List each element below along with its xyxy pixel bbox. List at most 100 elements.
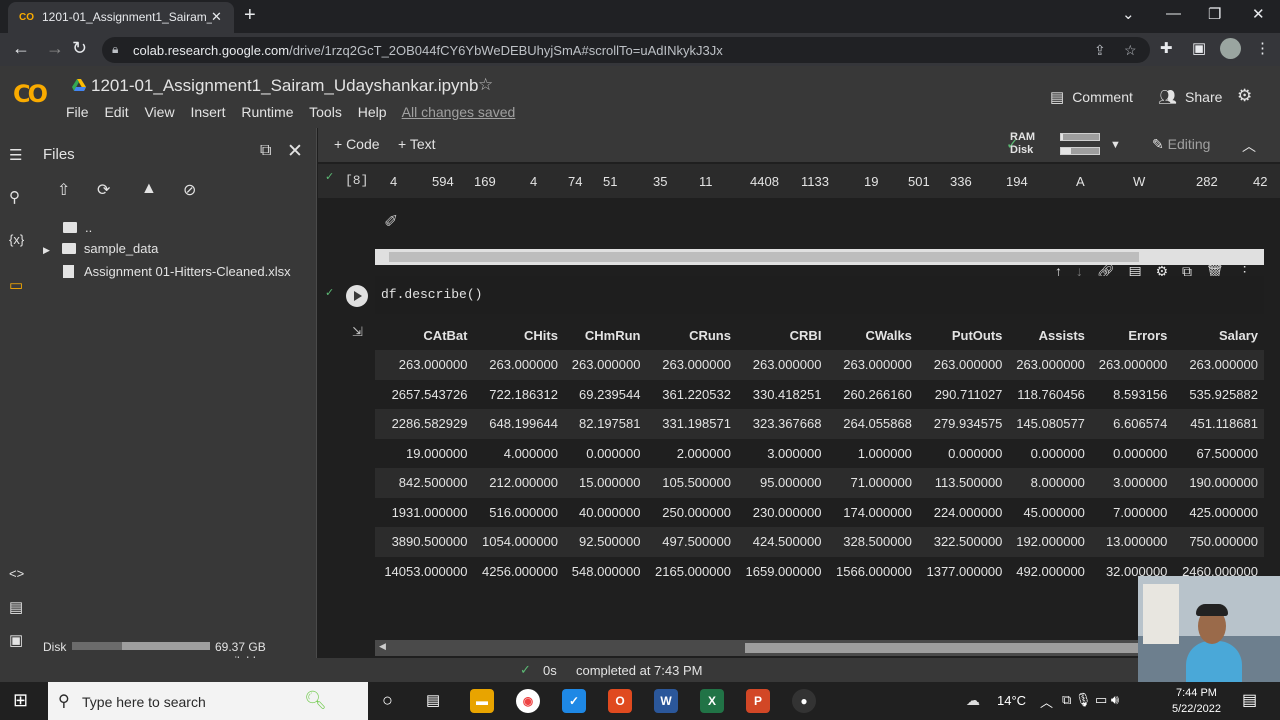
table-cell: 1659.000000 — [745, 563, 822, 579]
table-cell: 451.118681 — [1173, 409, 1264, 439]
new-tab-icon[interactable]: + — [244, 4, 256, 27]
side-panel-icon[interactable]: ▣ — [1192, 39, 1206, 57]
code-cell[interactable]: df.describe() — [375, 276, 1264, 314]
office-icon[interactable]: O — [608, 689, 632, 713]
collapse-header-icon[interactable]: ︿ — [1242, 136, 1256, 156]
run-cell-button[interactable] — [346, 285, 368, 307]
menu-file[interactable]: File — [66, 104, 89, 120]
menu-runtime[interactable]: Runtime — [241, 104, 293, 120]
extensions-icon[interactable]: ✚ — [1160, 39, 1173, 57]
app-icon[interactable]: ● — [792, 689, 816, 713]
files-folder-icon[interactable]: ▭ — [9, 276, 23, 294]
settings-gear-icon[interactable]: ⚙ — [1237, 86, 1252, 106]
forward-icon[interactable]: → — [46, 38, 64, 59]
minimize-icon[interactable]: — — [1166, 5, 1181, 22]
share-page-icon[interactable]: ⇪ — [1094, 42, 1106, 59]
add-text-button[interactable]: + Text — [398, 136, 436, 152]
excel-icon[interactable]: X — [700, 689, 724, 713]
weather-icon[interactable]: ☁ — [966, 692, 980, 709]
profile-avatar[interactable] — [1220, 38, 1241, 59]
mount-drive-icon[interactable]: ▲ — [141, 180, 157, 198]
share-button[interactable]: 👥︎ Share — [1158, 88, 1222, 106]
scroll-left-icon[interactable]: ◀ — [379, 641, 386, 652]
tree-item-parent[interactable]: .. — [63, 220, 92, 235]
word-icon[interactable]: W — [654, 689, 678, 713]
table-cell: 40.000000 — [579, 504, 641, 520]
window-close-icon[interactable]: ✕ — [1252, 5, 1265, 23]
add-code-button[interactable]: + Code — [334, 136, 380, 152]
table-row: 2657.543726 722.186312 69.239544 361.220532… — [375, 380, 1264, 410]
resources-indicator[interactable]: RAM Disk — [1010, 131, 1035, 157]
toc-icon[interactable]: ☰ — [9, 146, 22, 164]
code-text[interactable]: df.describe() — [381, 287, 482, 302]
upload-file-icon[interactable]: ⇧ — [57, 180, 70, 200]
menu-view[interactable]: View — [144, 104, 174, 120]
tab-close-icon[interactable]: ✕ — [211, 9, 222, 25]
tray-expand-icon[interactable]: ︿ — [1040, 692, 1053, 711]
search-icon[interactable]: ⚲ — [9, 188, 20, 206]
taskbar-search[interactable]: ⚲ Type here to search 🔍︎ — [48, 682, 368, 720]
output-horizontal-scrollbar[interactable]: ◀ — [375, 640, 1264, 656]
refresh-folder-icon[interactable]: ⟳ — [97, 180, 110, 200]
star-icon[interactable]: ☆ — [478, 75, 493, 95]
table-cell: 279.934575 — [917, 409, 1009, 439]
notifications-icon[interactable]: ▤ — [1242, 690, 1257, 710]
editing-button[interactable]: ✎ Editing — [1152, 136, 1210, 153]
status-message: completed at 7:43 PM — [576, 663, 703, 678]
cortana-icon[interactable]: ○ — [382, 690, 393, 711]
table-cell: 224.000000 — [933, 504, 1003, 520]
table-cell: 425.000000 — [1189, 504, 1258, 520]
table-cell: 361.220532 — [662, 386, 731, 402]
table-cell: 263.000000 — [1090, 350, 1174, 380]
windows-start-icon[interactable]: ⊞ — [13, 690, 28, 711]
output-actions-icon[interactable]: ⇲ — [352, 324, 363, 340]
todo-icon[interactable]: ✓ — [562, 689, 586, 713]
command-palette-icon[interactable]: ▤ — [9, 598, 23, 616]
expand-arrow-icon[interactable]: ▶ — [43, 245, 50, 255]
bookmark-star-icon[interactable]: ☆ — [1124, 42, 1137, 59]
menu-edit[interactable]: Edit — [104, 104, 128, 120]
table-cell: 263.000000 — [646, 350, 737, 380]
hide-files-icon[interactable]: ⊘ — [183, 180, 196, 200]
powerpoint-icon[interactable]: P — [746, 689, 770, 713]
table-cell: 322.500000 — [917, 527, 1009, 557]
notebook-area: + Code + Text ✓ RAM Disk ▼ ✎ Editing ︿ ✓… — [318, 128, 1280, 658]
tree-item-xlsx[interactable]: Assignment 01-Hitters-Cleaned.xlsx — [63, 264, 291, 279]
tree-item-sample-data[interactable]: ▶ sample_data — [43, 241, 158, 256]
task-view-icon[interactable]: ▤ — [426, 691, 440, 709]
notebook-title[interactable]: 1201-01_Assignment1_Sairam_Udayshankar.i… — [91, 76, 478, 96]
menu-help[interactable]: Help — [358, 104, 387, 120]
tray-icons[interactable]: ⧉ 🎙︎ ▭ 🔊︎ — [1062, 692, 1119, 708]
browser-tab[interactable]: CO 1201-01_Assignment1_Sairam_Uc ✕ — [8, 2, 234, 33]
colab-logo[interactable]: CO — [13, 80, 48, 108]
open-in-tab-icon[interactable]: ⧉ — [260, 142, 271, 160]
code-snippets-icon[interactable]: <> — [9, 566, 24, 581]
table-cell: 2657.543726 — [391, 386, 468, 402]
save-status[interactable]: All changes saved — [402, 104, 516, 120]
chrome-icon[interactable]: ◉ — [516, 689, 540, 713]
close-panel-icon[interactable]: ✕ — [287, 140, 303, 163]
table-cell: 8.000000 — [1008, 468, 1091, 498]
menu-insert[interactable]: Insert — [190, 104, 225, 120]
browser-menu-icon[interactable]: ⋮ — [1255, 39, 1270, 57]
url-text: colab.research.google.com/drive/1rzq2GcT… — [133, 43, 723, 58]
table-cell: 230.000000 — [752, 504, 822, 520]
menu-tools[interactable]: Tools — [309, 104, 342, 120]
magic-wand-icon[interactable]: ✐ — [384, 212, 398, 232]
taskbar-clock[interactable]: 7:44 PM 5/22/2022 — [1172, 685, 1221, 717]
runtime-dropdown-icon[interactable]: ▼ — [1110, 139, 1121, 151]
maximize-icon[interactable]: ❐ — [1208, 5, 1221, 23]
tab-search-icon[interactable]: ⌄ — [1122, 5, 1135, 23]
comment-icon: ▤ — [1050, 89, 1065, 106]
file-explorer-icon[interactable]: ▬ — [470, 689, 494, 713]
temperature[interactable]: 14°C — [997, 693, 1026, 708]
table-cell: 4.000000 — [503, 445, 558, 461]
back-icon[interactable]: ← — [12, 38, 30, 59]
comment-button[interactable]: ▤ Comment — [1050, 88, 1133, 106]
table-cell: 263.000000 — [473, 350, 564, 380]
reload-icon[interactable]: ↻ — [72, 38, 87, 59]
file-icon — [63, 265, 74, 278]
url-input[interactable]: 🔒︎ colab.research.google.com/drive/1rzq2… — [102, 37, 1150, 63]
terminal-icon[interactable]: ▣ — [9, 631, 23, 649]
variables-icon[interactable]: {x} — [9, 232, 24, 247]
